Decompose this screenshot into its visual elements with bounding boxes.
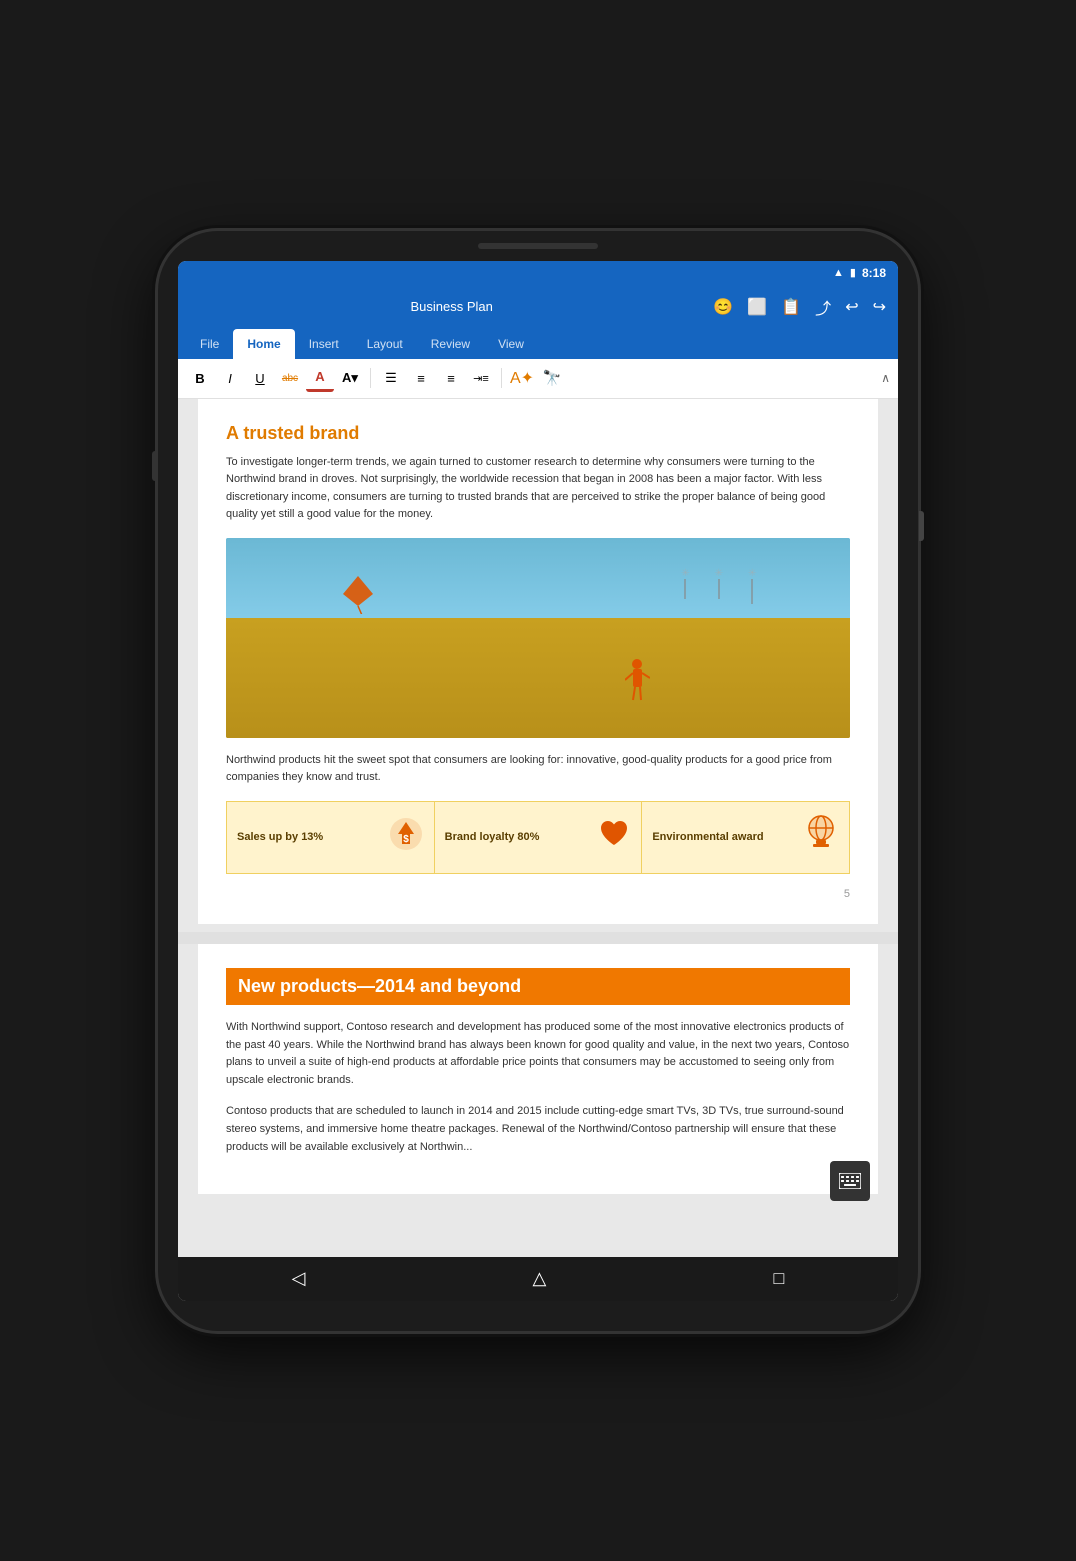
turbine-2: ✳ [715, 568, 723, 604]
tab-view[interactable]: View [484, 329, 538, 359]
section-heading-trusted-brand: A trusted brand [226, 423, 850, 444]
underline-button[interactable]: U [246, 364, 274, 392]
stats-row: Sales up by 13% $ Brand loyalty 80% [226, 801, 850, 874]
turbine-3: ✳ [748, 568, 756, 604]
body-text-new-products-2: Contoso products that are scheduled to l… [226, 1103, 850, 1156]
device-frame: ▲ ▮ 8:18 Business Plan 😊 ⬜ 📋 ⤴ ↩ ↪ File … [158, 231, 918, 1331]
battery-icon: ▮ [850, 266, 856, 279]
toolbar-collapse-button[interactable]: ∧ [881, 371, 890, 385]
stat-environmental-icon [803, 814, 839, 861]
back-button[interactable]: ◁ [292, 1268, 306, 1289]
new-products-heading: New products—2014 and beyond [226, 968, 850, 1005]
body-text-new-products-1: With Northwind support, Contoso research… [226, 1019, 850, 1089]
power-button[interactable] [919, 511, 924, 541]
font-size-button[interactable]: A▾ [336, 364, 364, 392]
page-break [178, 932, 898, 944]
app-toolbar: Business Plan 😊 ⬜ 📋 ⤴ ↩ ↪ [178, 285, 898, 329]
tab-insert[interactable]: Insert [295, 329, 353, 359]
document-page-2: New products—2014 and beyond With Northw… [198, 944, 878, 1194]
wind-turbines: ✳ ✳ ✳ [681, 568, 756, 604]
field-background [226, 618, 850, 738]
undo-icon[interactable]: ↩ [845, 297, 858, 317]
find-button[interactable]: 🔭 [538, 364, 566, 392]
document-page-1: A trusted brand To investigate longer-te… [198, 399, 878, 925]
bullet-list-button[interactable]: ☰ [377, 364, 405, 392]
toolbar-right-icons[interactable]: 😊 ⬜ 📋 ⤴ ↩ ↪ [713, 295, 886, 319]
body-text-sweet-spot: Northwind products hit the sweet spot th… [226, 752, 850, 787]
emoji-icon[interactable]: 😊 [713, 297, 733, 317]
tab-layout[interactable]: Layout [353, 329, 417, 359]
stat-environmental: Environmental award [641, 801, 850, 874]
stat-loyalty-label: Brand loyalty 80% [445, 830, 540, 845]
stat-sales-label: Sales up by 13% [237, 830, 323, 845]
kite-field-image: ✳ ✳ ✳ [226, 538, 850, 738]
status-bar: ▲ ▮ 8:18 [178, 261, 898, 285]
toolbar-separator-1 [370, 368, 371, 388]
page-number: 5 [226, 888, 850, 900]
indent-button[interactable]: ⇥≡ [467, 364, 495, 392]
toolbar-separator-2 [501, 368, 502, 388]
document-scroll[interactable]: A trusted brand To investigate longer-te… [178, 399, 898, 1257]
stat-loyalty-icon [597, 817, 631, 858]
style-button[interactable]: A✦ [508, 364, 536, 392]
bold-button[interactable]: B [186, 364, 214, 392]
document-title: Business Plan [190, 299, 713, 314]
stat-sales: Sales up by 13% $ [226, 801, 434, 874]
tab-home[interactable]: Home [233, 329, 294, 359]
save-icon[interactable]: ⬜ [747, 297, 767, 317]
tab-file[interactable]: File [186, 329, 233, 359]
redo-icon[interactable]: ↪ [873, 297, 886, 317]
book-icon[interactable]: 📋 [781, 297, 801, 317]
kite-shape [338, 574, 378, 619]
home-button[interactable]: △ [533, 1268, 547, 1289]
body-text-brand: To investigate longer-term trends, we ag… [226, 454, 850, 524]
font-color-button[interactable]: A [306, 364, 334, 392]
stat-sales-icon: $ [388, 816, 424, 859]
numbered-list-button[interactable]: ≡ [407, 364, 435, 392]
share-icon[interactable]: ⤴ [815, 295, 831, 319]
wifi-icon: ▲ [833, 267, 844, 279]
keyboard-fab-button[interactable] [830, 1161, 870, 1201]
italic-button[interactable]: I [216, 364, 244, 392]
bottom-navigation: ◁ △ □ [178, 1257, 898, 1301]
strikethrough-button[interactable]: abc [276, 364, 304, 392]
stat-loyalty: Brand loyalty 80% [434, 801, 642, 874]
format-toolbar: B I U abc A A▾ ☰ ≡ ≡ ⇥≡ A✦ 🔭 ∧ [178, 359, 898, 399]
clock: 8:18 [862, 266, 886, 280]
tab-bar: File Home Insert Layout Review View [178, 329, 898, 359]
recents-button[interactable]: □ [774, 1268, 785, 1289]
child-figure [625, 658, 650, 708]
stat-environmental-label: Environmental award [652, 830, 763, 845]
turbine-1: ✳ [681, 568, 689, 604]
align-button[interactable]: ≡ [437, 364, 465, 392]
svg-text:$: $ [403, 834, 409, 845]
tab-review[interactable]: Review [417, 329, 484, 359]
device-screen: ▲ ▮ 8:18 Business Plan 😊 ⬜ 📋 ⤴ ↩ ↪ File … [178, 261, 898, 1301]
volume-button-left[interactable] [152, 451, 157, 481]
